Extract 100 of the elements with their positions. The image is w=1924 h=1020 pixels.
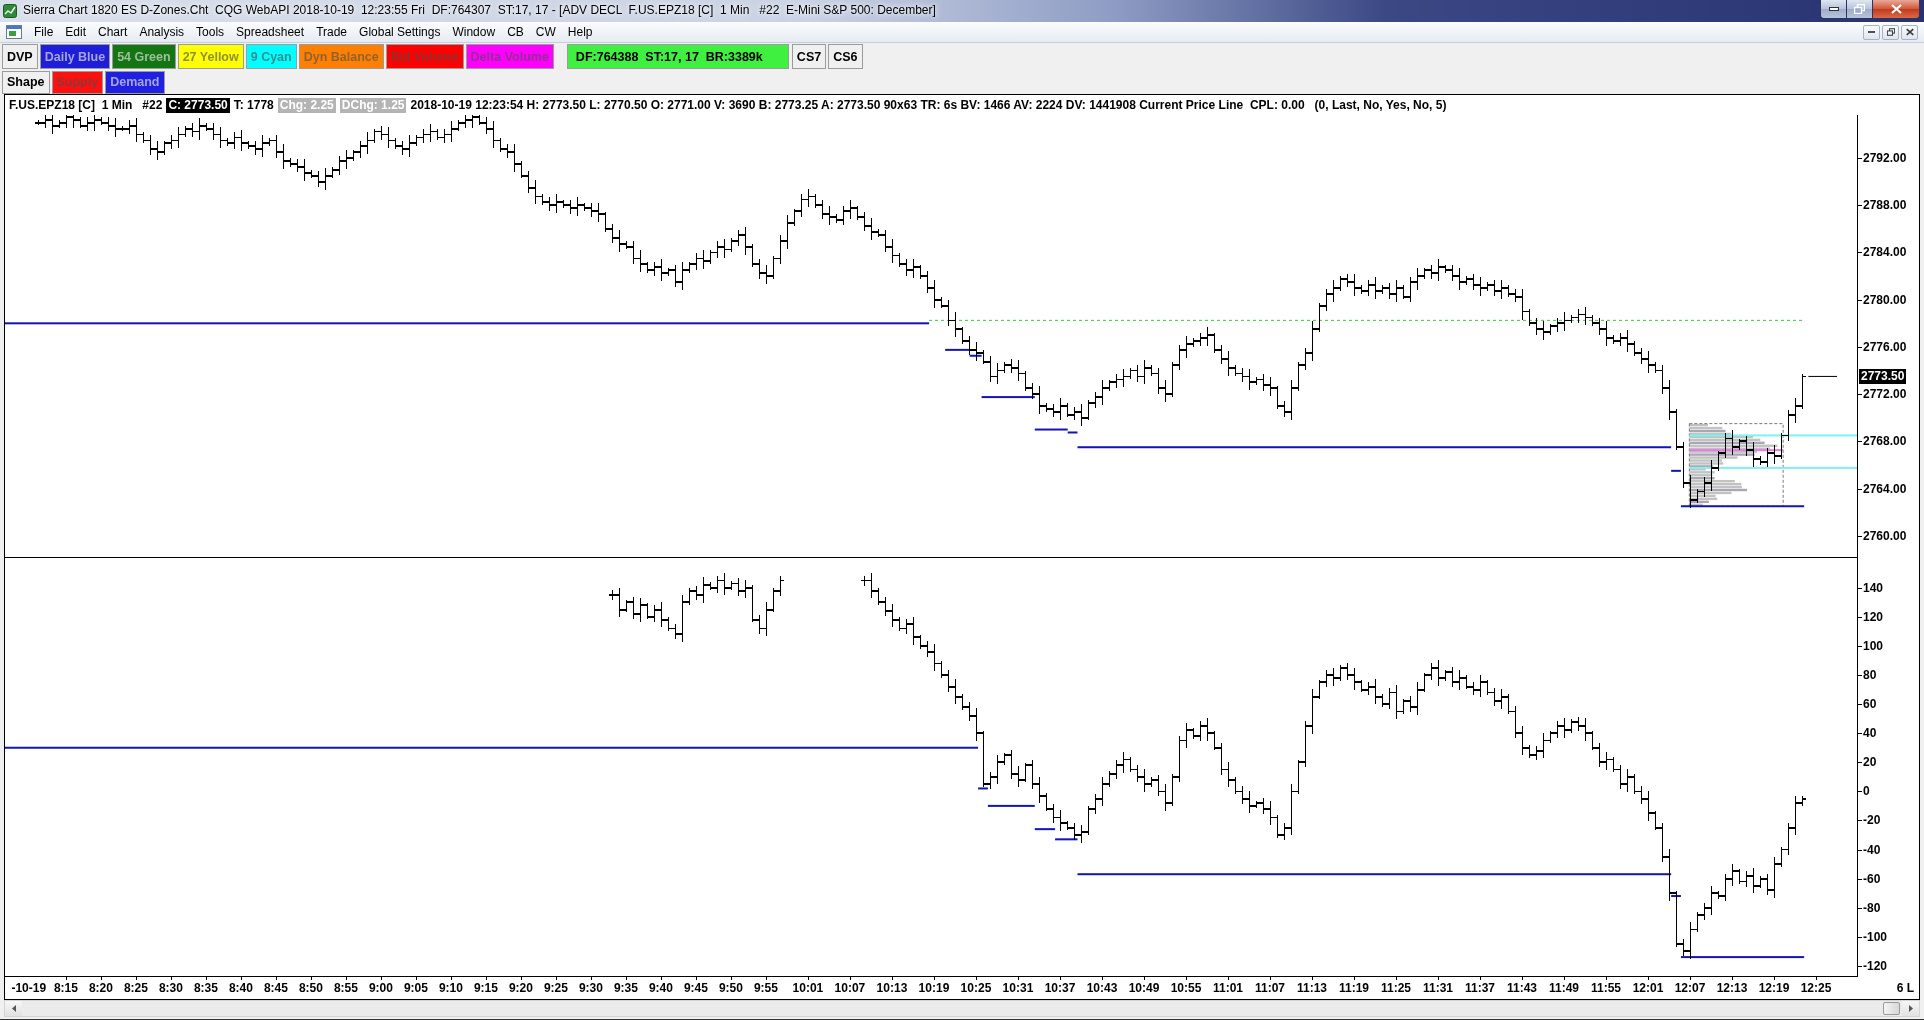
time-axis-label: 8:55 [333, 981, 358, 995]
price-axis-label: 2760.00 [1863, 528, 1907, 543]
time-axis-label: 12:25 [1800, 981, 1832, 995]
price-axis-label: 2776.00 [1863, 339, 1907, 354]
time-axis-label: 8:20 [88, 981, 113, 995]
scroll-right-button[interactable] [1902, 1001, 1919, 1016]
time-axis-label: 12:19 [1758, 981, 1790, 995]
menu-item[interactable]: Edit [59, 24, 93, 40]
info-display: DF:764388 ST:17, 17 BR:3389k [566, 44, 789, 69]
window-title: Sierra Chart 1820 ES D-Zones.Cht CQG WebAPI 2018-10-19 12:23:55 Fri DF:764307 ST:17, 17 - [ADV DECL F.US.EPZ18 [C] 1 Min #22 E-Mini S&P 500: December] [23, 3, 936, 18]
menu-item[interactable]: Window [446, 24, 502, 40]
indicator-axis-label: 40 [1863, 726, 1877, 741]
time-axis-label: 10:01 [792, 981, 824, 995]
left-arrow-icon [11, 1005, 16, 1012]
menu-item[interactable]: Global Settings [353, 24, 447, 40]
indicator-axis-label: 120 [1863, 609, 1884, 624]
time-axis-label: 9:15 [473, 981, 498, 995]
menu-item[interactable]: Analysis [133, 24, 191, 40]
time-axis-label: 10:55 [1170, 981, 1202, 995]
horizontal-scrollbar[interactable] [4, 1000, 1920, 1017]
time-axis-label: 12:01 [1632, 981, 1664, 995]
toolbar-button[interactable]: Shape [2, 70, 50, 94]
time-axis-label: 8:35 [193, 981, 218, 995]
time-axis-label: 11:31 [1423, 981, 1454, 995]
menu-item[interactable]: File [28, 24, 60, 40]
menu-item[interactable]: CW [529, 24, 562, 40]
indicator-axis-label: 60 [1863, 697, 1877, 712]
menu-item[interactable]: Spreadsheet [230, 24, 311, 40]
chart-info-text: 2018-10-19 12:23:54 H: 2773.50 L: 2770.50 O: 2771.00 V: 3690 B: 2773.25 A: 2773.50 90x63 TR: 6s BV: 1466 AV: 2224 DV: 1441908 Current Price Line CPL: 0.00 (0, Last, No, Yes, No, 5) [410, 97, 1447, 113]
time-axis-label: 11:07 [1255, 981, 1285, 995]
toolbar-button[interactable]: Demand [105, 70, 165, 94]
toolbar-button[interactable]: CS7 [791, 44, 827, 69]
close-button[interactable] [1873, 0, 1920, 19]
time-axis-label: -10-19 [11, 981, 47, 995]
time-axis-label: 10:07 [834, 981, 866, 995]
indicator-axis-label: -60 [1863, 871, 1881, 886]
chart-info-text: T: 1778 [233, 97, 274, 113]
scrollbar-thumb[interactable] [1883, 1002, 1900, 1015]
time-axis-label: 9:00 [368, 981, 393, 995]
indicator-axis-label: -20 [1863, 813, 1881, 828]
menu-item[interactable]: Trade [310, 24, 354, 40]
price-axis-label: 2780.00 [1863, 292, 1907, 307]
time-axis-label: 8:15 [53, 981, 78, 995]
restore-button[interactable] [1882, 24, 1899, 40]
restore-icon [1854, 4, 1865, 14]
price-axis-label: 2764.00 [1863, 481, 1907, 496]
price-axis-label: 2792.00 [1863, 151, 1907, 166]
menu-item[interactable]: Chart [92, 24, 134, 40]
app-icon [3, 4, 17, 18]
time-axis-label: 9:45 [683, 981, 708, 995]
time-axis-label: 11:01 [1212, 981, 1243, 995]
price-axis-label: 2784.00 [1863, 245, 1907, 260]
axis-corner-label: 6 L [1896, 981, 1914, 995]
change-text: Chg: 2.25 [277, 97, 336, 113]
indicator-axis-label: 0 [1863, 784, 1870, 799]
toolbar-button[interactable]: CS6 [828, 44, 863, 69]
menu-item[interactable]: Help [561, 24, 599, 40]
minimize-icon [1868, 31, 1875, 33]
time-axis-label: 9:35 [613, 981, 638, 995]
chart-info-text: F.US.EPZ18 [C] 1 Min #22 [9, 97, 163, 113]
current-price-label: 2773.50 [1859, 368, 1907, 384]
close-icon [1905, 28, 1914, 36]
indicator-axis-label: 100 [1863, 638, 1884, 653]
time-axis-label: 8:45 [263, 981, 288, 995]
close-icon [1890, 4, 1902, 14]
indicator-axis-label: 80 [1863, 668, 1877, 683]
right-arrow-icon [1908, 1005, 1913, 1012]
toolbar-button[interactable]: Daily Blue [39, 44, 111, 69]
indicator-axis-label: -120 [1863, 958, 1888, 973]
time-axis-label: 10:19 [918, 981, 950, 995]
time-axis-label: 12:13 [1716, 981, 1748, 995]
scroll-left-button[interactable] [5, 1001, 22, 1016]
time-axis-label: 9:50 [718, 981, 743, 995]
minimize-button[interactable] [1820, 0, 1847, 19]
time-axis-label: 11:19 [1339, 981, 1369, 995]
toolbar-button[interactable]: DVP [2, 44, 38, 69]
restore-button[interactable] [1847, 0, 1873, 19]
time-axis-label: 10:37 [1044, 981, 1076, 995]
time-axis-label: 9:20 [508, 981, 533, 995]
price-axis-label: 2772.00 [1863, 387, 1907, 402]
time-axis-label: 11:37 [1465, 981, 1496, 995]
time-axis-label: 9:05 [403, 981, 428, 995]
minimize-icon [1828, 7, 1839, 11]
price-axis-label: 2768.00 [1863, 434, 1907, 449]
indicator-axis-label: -80 [1863, 900, 1881, 915]
time-axis-label: 10:31 [1002, 981, 1034, 995]
time-axis-label: 11:49 [1549, 981, 1580, 995]
close-button[interactable] [1901, 24, 1918, 40]
menu-item[interactable]: CB [501, 24, 530, 40]
last-price-text: C: 2773.50 [166, 97, 230, 113]
menu-item[interactable]: Tools [190, 24, 231, 40]
time-axis-label: 11:55 [1591, 981, 1622, 995]
price-axis-label: 2788.00 [1863, 198, 1907, 213]
time-axis-label: 8:50 [298, 981, 323, 995]
change-text: DChg: 1.25 [339, 97, 407, 113]
time-axis-label: 10:49 [1128, 981, 1160, 995]
minimize-button[interactable] [1863, 24, 1880, 40]
time-axis-label: 8:30 [158, 981, 183, 995]
time-axis-label: 11:43 [1507, 981, 1538, 995]
indicator-axis-label: 20 [1863, 755, 1877, 770]
